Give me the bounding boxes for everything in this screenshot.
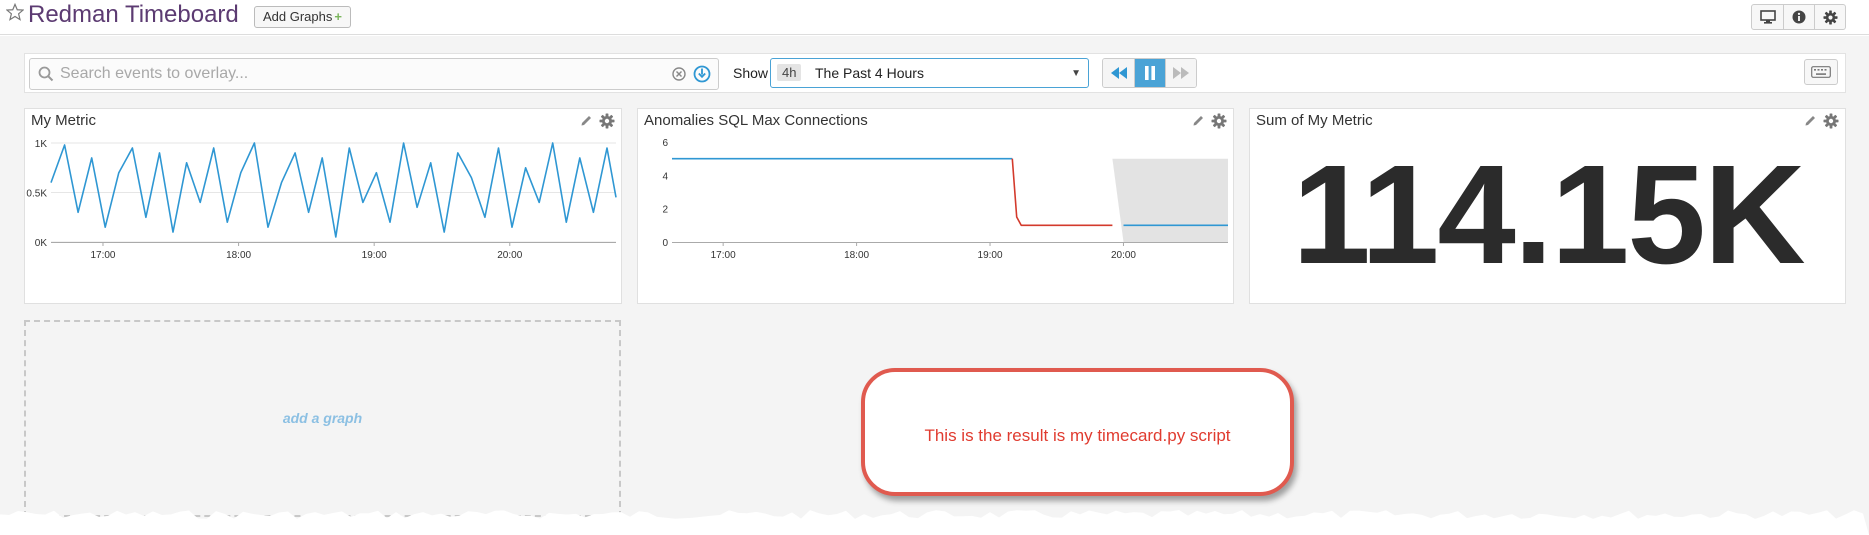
overlay-toolbar: Search events to overlay... Show 4h The … — [24, 53, 1846, 93]
callout-text: This is the result is my timecard.py scr… — [924, 426, 1231, 445]
y-tick-label: 0 — [662, 238, 668, 249]
pencil-icon[interactable] — [1192, 114, 1205, 127]
widget-title: Sum of My Metric — [1256, 112, 1373, 129]
desktop-icon — [1759, 10, 1776, 24]
x-tick-label: 18:00 — [226, 250, 251, 261]
gear-icon[interactable] — [1211, 113, 1227, 129]
rewind-icon — [1110, 67, 1127, 79]
x-tick-label: 17:00 — [90, 250, 115, 261]
search-icon — [38, 66, 54, 82]
x-tick-label: 19:00 — [362, 250, 387, 261]
y-tick-label: 2 — [662, 205, 668, 216]
show-label: Show — [733, 65, 769, 81]
gear-icon — [1822, 9, 1838, 25]
timeframe-abbr: 4h — [777, 64, 802, 81]
keyboard-shortcuts-button[interactable] — [1804, 59, 1838, 85]
x-tick-label: 20:00 — [1111, 250, 1136, 261]
header-actions — [1751, 4, 1846, 30]
add-graphs-label: Add Graphs — [263, 9, 333, 24]
info-button[interactable] — [1783, 5, 1814, 29]
y-tick-label: 1K — [35, 139, 48, 150]
pause-button[interactable] — [1134, 59, 1165, 87]
page-title: Redman Timeboard — [28, 1, 239, 28]
settings-button[interactable] — [1814, 5, 1845, 29]
y-tick-label: 0.5K — [26, 189, 47, 200]
annotation-callout: This is the result is my timecard.py scr… — [861, 368, 1294, 496]
query-value: 114.15K — [1292, 135, 1805, 293]
widget-anomalies-sql: Anomalies SQL Max Connections 0 2 4 6 17:00 1… — [637, 108, 1234, 304]
playback-controls — [1102, 58, 1197, 88]
pencil-icon[interactable] — [1804, 114, 1817, 127]
tv-mode-button[interactable] — [1752, 5, 1783, 29]
keyboard-icon — [1811, 66, 1831, 78]
star-icon[interactable] — [6, 3, 24, 21]
widget-title: My Metric — [31, 112, 96, 129]
add-graph-label: add a graph — [282, 410, 363, 426]
x-tick-label: 18:00 — [844, 250, 869, 261]
y-tick-label: 0K — [35, 238, 48, 249]
add-graph-placeholder[interactable]: add a graph — [24, 320, 621, 517]
timeframe-text: The Past 4 Hours — [815, 65, 924, 81]
anomaly-line — [1011, 158, 1113, 227]
caret-down-icon: ▼ — [1071, 68, 1081, 79]
x-tick-label: 17:00 — [711, 250, 736, 261]
my-metric-chart: 0K 0.5K 1K 17:00 18:00 19:00 20:00 — [26, 139, 617, 261]
y-tick-label: 6 — [662, 138, 668, 149]
widget-title: Anomalies SQL Max Connections — [644, 112, 868, 129]
x-tick-label: 20:00 — [497, 250, 522, 261]
anomalies-chart: 0 2 4 6 17:00 18:00 19:00 20:00 — [662, 138, 1228, 261]
series-line — [50, 142, 617, 238]
timeframe-select[interactable]: 4h The Past 4 Hours ▼ — [770, 58, 1089, 88]
fast-forward-icon — [1173, 67, 1189, 79]
y-tick-label: 4 — [662, 171, 668, 182]
widget-my-metric: My Metric 0K 0.5K 1K 17:00 18:00 19:00 20:00 — [24, 108, 622, 304]
gear-icon[interactable] — [1823, 113, 1839, 129]
info-icon — [1792, 10, 1806, 24]
power-icon[interactable] — [693, 65, 711, 83]
rewind-button[interactable] — [1103, 59, 1134, 87]
top-bar: Redman Timeboard Add Graphs + — [0, 0, 1869, 35]
plus-icon: + — [334, 9, 342, 24]
x-tick-label: 19:00 — [978, 250, 1003, 261]
fast-forward-button[interactable] — [1165, 59, 1196, 87]
add-graphs-button[interactable]: Add Graphs + — [254, 6, 351, 28]
pause-icon — [1145, 66, 1155, 80]
torn-edge — [0, 510, 1869, 535]
widget-sum-my-metric: Sum of My Metric 114.15K — [1249, 108, 1846, 304]
search-placeholder: Search events to overlay... — [60, 65, 249, 82]
gear-icon[interactable] — [599, 113, 615, 129]
search-events-input[interactable]: Search events to overlay... — [29, 58, 719, 90]
anomaly-band — [1012, 158, 1228, 242]
pencil-icon[interactable] — [580, 114, 593, 127]
clear-icon[interactable] — [672, 67, 686, 81]
app-frame: Redman Timeboard Add Graphs + Search eve… — [0, 0, 1869, 535]
